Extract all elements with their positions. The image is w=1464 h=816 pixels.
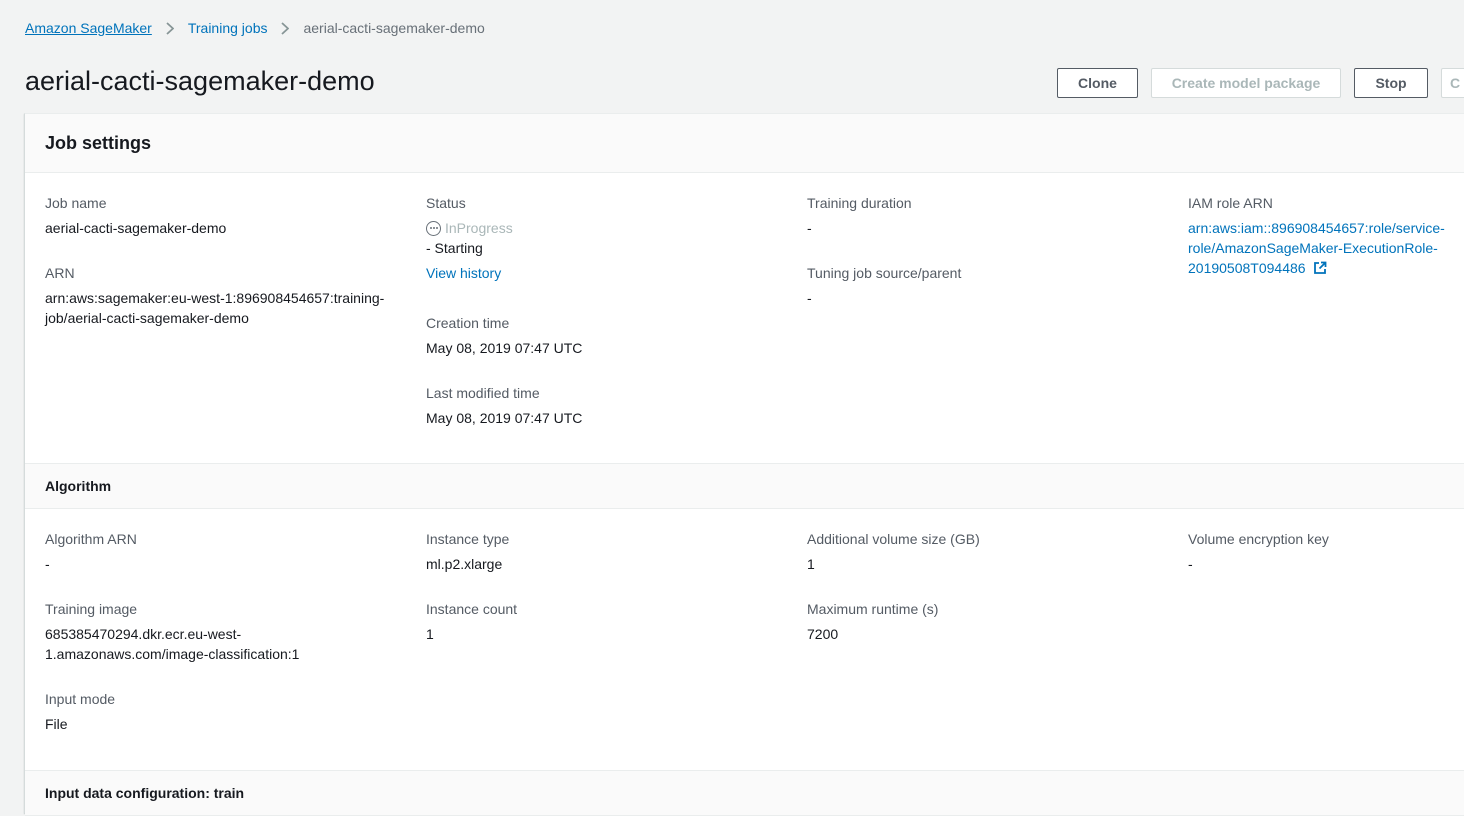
arn-value-line1: arn:aws:sagemaker:eu-west-1:896908454657… [45,290,385,306]
iam-role-link-line2[interactable]: role/AmazonSageMaker-ExecutionRole- [1188,238,1464,258]
iam-role-link-line3[interactable]: 20190508T094486 [1188,258,1464,280]
input-data-title: Input data configuration: train [45,785,245,801]
max-runtime-value: 7200 [807,626,839,642]
job-details-panel: Job settings Job name aerial-cacti-sagem… [24,113,1464,816]
iam-role-link-line3-text[interactable]: 20190508T094486 [1188,260,1306,276]
encryption-key-field: Volume encryption key - [1188,529,1464,574]
view-history-link[interactable]: View history [426,263,786,283]
training-image-field: Training image 685385470294.dkr.ecr.eu-w… [45,599,405,664]
input-mode-value: File [45,716,68,732]
creation-time-label: Creation time [426,315,510,331]
algorithm-title: Algorithm [45,478,112,494]
input-mode-field: Input mode File [45,689,405,734]
volume-size-label: Additional volume size (GB) [807,531,980,547]
arn-value-line2: job/aerial-cacti-sagemaker-demo [45,310,249,326]
external-link-icon [1313,260,1327,280]
page-title: aerial-cacti-sagemaker-demo [25,66,375,96]
encryption-key-label: Volume encryption key [1188,531,1329,547]
tuning-job-label: Tuning job source/parent [807,265,962,281]
max-runtime-field: Maximum runtime (s) 7200 [807,599,1167,644]
status-field: Status InProgress - Starting View histor… [426,193,786,283]
instance-type-label: Instance type [426,531,510,547]
tuning-job-value: - [807,290,812,306]
arn-field: ARN arn:aws:sagemaker:eu-west-1:89690845… [45,263,405,328]
chevron-right-icon [277,21,293,35]
arn-label: ARN [45,265,75,281]
instance-type-field: Instance type ml.p2.xlarge [426,529,786,574]
status-text: InProgress [445,220,513,236]
status-in-progress-icon [426,220,441,236]
create-model-package-button[interactable]: Create model package [1151,68,1341,98]
instance-count-label: Instance count [426,601,518,617]
instance-type-value: ml.p2.xlarge [426,556,503,572]
last-modified-field: Last modified time May 08, 2019 07:47 UT… [426,383,786,428]
input-data-header: Input data configuration: train [25,770,1464,816]
algorithm-arn-label: Algorithm ARN [45,531,137,547]
header-actions: Clone Create model package Stop C [1057,68,1464,98]
breadcrumb-current: aerial-cacti-sagemaker-demo [303,20,485,36]
status-detail: - Starting [426,240,483,256]
algorithm-arn-field: Algorithm ARN - [45,529,405,574]
job-name-value: aerial-cacti-sagemaker-demo [45,220,227,236]
clone-button[interactable]: Clone [1057,68,1138,98]
algorithm-grid: Algorithm ARN - Training image 685385470… [25,509,1464,770]
training-image-line1: 685385470294.dkr.ecr.eu-west- [45,626,242,642]
creation-time-value: May 08, 2019 07:47 UTC [426,340,583,356]
last-modified-value: May 08, 2019 07:47 UTC [426,410,583,426]
status-label: Status [426,195,466,211]
volume-size-field: Additional volume size (GB) 1 [807,529,1167,574]
job-settings-grid: Job name aerial-cacti-sagemaker-demo ARN… [25,173,1464,463]
tuning-job-field: Tuning job source/parent - [807,263,1167,308]
algorithm-arn-value: - [45,556,50,572]
breadcrumb-training-jobs[interactable]: Training jobs [188,20,268,36]
encryption-key-value: - [1188,556,1193,572]
training-image-label: Training image [45,601,138,617]
iam-role-link-line1[interactable]: arn:aws:iam::896908454657:role/service- [1188,218,1464,238]
stop-button[interactable]: Stop [1354,68,1428,98]
volume-size-value: 1 [807,556,815,572]
status-value: InProgress [426,218,786,238]
algorithm-header: Algorithm [25,463,1464,509]
breadcrumb-sagemaker[interactable]: Amazon SageMaker [25,20,152,36]
chevron-right-icon [162,21,178,35]
breadcrumb: Amazon SageMaker Training jobs aerial-ca… [25,19,485,37]
training-duration-value: - [807,220,812,236]
iam-role-field: IAM role ARN arn:aws:iam::896908454657:r… [1188,193,1464,280]
job-name-field: Job name aerial-cacti-sagemaker-demo [45,193,405,238]
iam-role-label: IAM role ARN [1188,195,1273,211]
job-settings-title: Job settings [45,132,152,153]
job-name-label: Job name [45,195,107,211]
job-settings-header: Job settings [25,114,1464,173]
overflow-action-button[interactable]: C [1441,68,1464,98]
training-duration-label: Training duration [807,195,912,211]
max-runtime-label: Maximum runtime (s) [807,601,939,617]
training-duration-field: Training duration - [807,193,1167,238]
instance-count-value: 1 [426,626,434,642]
training-image-line2: 1.amazonaws.com/image-classification:1 [45,646,300,662]
last-modified-label: Last modified time [426,385,540,401]
input-mode-label: Input mode [45,691,116,707]
instance-count-field: Instance count 1 [426,599,786,644]
creation-time-field: Creation time May 08, 2019 07:47 UTC [426,313,786,358]
